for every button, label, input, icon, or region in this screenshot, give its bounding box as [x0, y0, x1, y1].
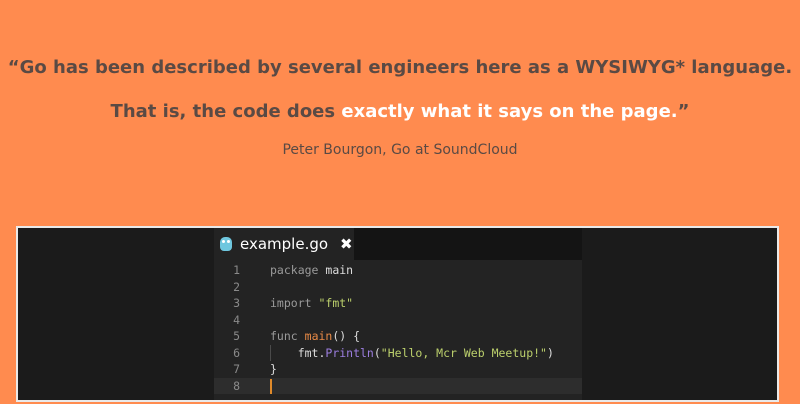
- line-source: fmt.Println("Hello, Mcr Web Meetup!"): [270, 345, 554, 362]
- quote-line-2: That is, the code does exactly what it s…: [0, 101, 800, 122]
- line-number: 1: [233, 263, 240, 277]
- code-token: ): [546, 345, 554, 360]
- line-number: 2: [233, 279, 240, 294]
- code-token: "Hello, Mcr Web Meetup!": [380, 345, 547, 360]
- close-icon[interactable]: ✖: [340, 235, 353, 253]
- line-source: func main() {: [270, 328, 360, 345]
- quote-line-1: “Go has been described by several engine…: [7, 57, 793, 78]
- code-token: main: [304, 329, 333, 343]
- code-line[interactable]: 8: [214, 377, 582, 394]
- line-number: 8: [233, 378, 240, 393]
- code-area[interactable]: 1 package main 2 3 import "fmt" 4 5 func main()…: [214, 262, 582, 394]
- text-cursor: [270, 378, 272, 394]
- line-number: 5: [233, 329, 240, 343]
- quote-text: That is, the code does: [110, 101, 342, 122]
- line-source: }: [270, 361, 277, 378]
- line-number: 7: [233, 362, 240, 376]
- quote-closing-mark: ”: [677, 101, 690, 122]
- code-token: () {: [332, 329, 361, 343]
- quote-attribution: Peter Bourgon, Go at SoundCloud: [282, 142, 518, 158]
- line-source: import "fmt": [270, 295, 353, 312]
- line-number: 3: [233, 296, 240, 310]
- code-line[interactable]: 7}: [214, 361, 582, 378]
- code-token: fmt.: [270, 345, 326, 360]
- tab-example-go[interactable]: example.go ✖: [214, 228, 354, 260]
- line-source: package main: [270, 262, 353, 279]
- code-line[interactable]: 4: [214, 312, 582, 329]
- code-editor: example.go ✖ 1 package main 2 3 import "fmt"…: [214, 228, 582, 400]
- line-number: 4: [233, 312, 240, 327]
- code-token: (: [373, 345, 381, 360]
- code-line[interactable]: 5 func main() {: [214, 328, 582, 345]
- quote-highlight: exactly what it says on the page.: [341, 101, 678, 122]
- code-token: func: [270, 329, 298, 343]
- code-line[interactable]: 3 import "fmt": [214, 295, 582, 312]
- tab-filename: example.go: [240, 235, 329, 253]
- code-line[interactable]: 2: [214, 279, 582, 296]
- code-token: Println: [325, 345, 374, 360]
- tab-bar: example.go ✖: [214, 228, 582, 260]
- gopher-icon: [220, 237, 232, 251]
- code-line[interactable]: 1 package main: [214, 262, 582, 279]
- code-token: package: [270, 263, 319, 277]
- code-token: "fmt": [318, 296, 354, 310]
- code-token: import: [270, 296, 312, 310]
- line-number: 6: [233, 345, 240, 360]
- code-line[interactable]: 6 fmt.Println("Hello, Mcr Web Meetup!"): [214, 344, 582, 362]
- editor-screenshot: example.go ✖ 1 package main 2 3 import "fmt"…: [16, 226, 779, 402]
- code-token: }: [270, 362, 277, 376]
- code-token: main: [318, 263, 354, 277]
